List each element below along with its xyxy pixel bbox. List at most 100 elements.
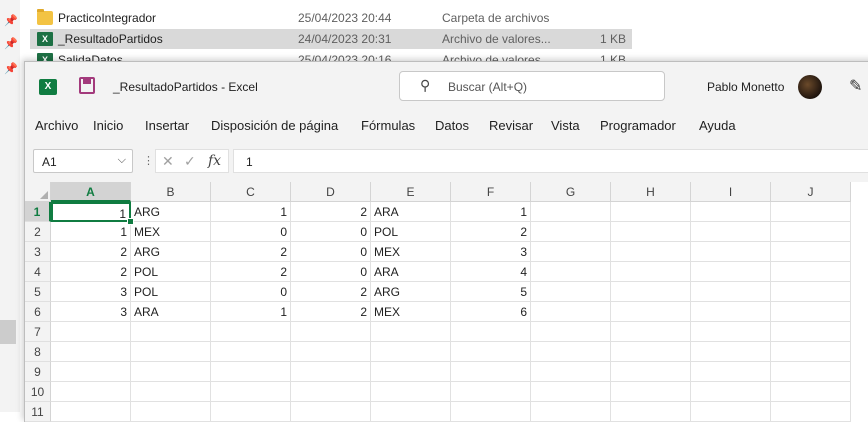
cell-a6[interactable]: 3 xyxy=(51,302,131,322)
cell-f2[interactable]: 2 xyxy=(451,222,531,242)
check-icon[interactable]: ✓ xyxy=(184,153,196,170)
cell-c1[interactable]: 1 xyxy=(211,202,291,222)
tab-fórmulas[interactable]: Fórmulas xyxy=(361,118,415,133)
row-header-2[interactable]: 2 xyxy=(25,222,51,242)
cell-d4[interactable]: 0 xyxy=(291,262,371,282)
cell-j9[interactable] xyxy=(771,362,851,382)
cell-h5[interactable] xyxy=(611,282,691,302)
cell-b6[interactable]: ARA xyxy=(131,302,211,322)
cell-b10[interactable] xyxy=(131,382,211,402)
cell-h1[interactable] xyxy=(611,202,691,222)
cell-f11[interactable] xyxy=(451,402,531,422)
row-header-3[interactable]: 3 xyxy=(25,242,51,262)
cell-d8[interactable] xyxy=(291,342,371,362)
cell-j5[interactable] xyxy=(771,282,851,302)
spreadsheet-grid[interactable]: A B C D E F G H I J 1 1 ARG 1 2 ARA 1 2 1 MEX 0 0 POL 2 3 2 ARG 2 0 M… xyxy=(25,182,868,422)
cell-d6[interactable]: 2 xyxy=(291,302,371,322)
cell-b5[interactable]: POL xyxy=(131,282,211,302)
cell-i1[interactable] xyxy=(691,202,771,222)
cell-g6[interactable] xyxy=(531,302,611,322)
cell-e1[interactable]: ARA xyxy=(371,202,451,222)
cell-d5[interactable]: 2 xyxy=(291,282,371,302)
cell-a4[interactable]: 2 xyxy=(51,262,131,282)
cell-a1[interactable]: 1 xyxy=(51,202,131,222)
cell-g1[interactable] xyxy=(531,202,611,222)
column-header-b[interactable]: B xyxy=(131,182,211,202)
cell-a8[interactable] xyxy=(51,342,131,362)
cell-e8[interactable] xyxy=(371,342,451,362)
tab-archivo[interactable]: Archivo xyxy=(35,118,78,133)
cell-f4[interactable]: 4 xyxy=(451,262,531,282)
cell-c9[interactable] xyxy=(211,362,291,382)
tab-programador[interactable]: Programador xyxy=(600,118,676,133)
cell-c11[interactable] xyxy=(211,402,291,422)
row-header-9[interactable]: 9 xyxy=(25,362,51,382)
cell-g11[interactable] xyxy=(531,402,611,422)
cell-i11[interactable] xyxy=(691,402,771,422)
row-header-10[interactable]: 10 xyxy=(25,382,51,402)
insert-function-icon[interactable]: fx xyxy=(208,153,221,169)
cell-i10[interactable] xyxy=(691,382,771,402)
cell-f1[interactable]: 1 xyxy=(451,202,531,222)
cell-e5[interactable]: ARG xyxy=(371,282,451,302)
column-header-c[interactable]: C xyxy=(211,182,291,202)
excel-app-icon[interactable]: X xyxy=(39,79,57,95)
cell-a2[interactable]: 1 xyxy=(51,222,131,242)
more-options-icon[interactable]: ⋮ xyxy=(143,154,154,167)
cell-c3[interactable]: 2 xyxy=(211,242,291,262)
cell-d1[interactable]: 2 xyxy=(291,202,371,222)
select-all-corner[interactable] xyxy=(25,182,51,202)
cell-h4[interactable] xyxy=(611,262,691,282)
cell-b1[interactable]: ARG xyxy=(131,202,211,222)
cell-i3[interactable] xyxy=(691,242,771,262)
cell-j3[interactable] xyxy=(771,242,851,262)
cell-e3[interactable]: MEX xyxy=(371,242,451,262)
row-header-7[interactable]: 7 xyxy=(25,322,51,342)
cell-j11[interactable] xyxy=(771,402,851,422)
cell-e4[interactable]: ARA xyxy=(371,262,451,282)
save-icon[interactable] xyxy=(79,77,95,94)
cell-d9[interactable] xyxy=(291,362,371,382)
cell-g7[interactable] xyxy=(531,322,611,342)
column-header-d[interactable]: D xyxy=(291,182,371,202)
cell-a5[interactable]: 3 xyxy=(51,282,131,302)
pin-icon[interactable]: 📌 xyxy=(4,63,18,75)
cell-c10[interactable] xyxy=(211,382,291,402)
cell-c4[interactable]: 2 xyxy=(211,262,291,282)
cell-h2[interactable] xyxy=(611,222,691,242)
tab-datos[interactable]: Datos xyxy=(435,118,469,133)
cell-g2[interactable] xyxy=(531,222,611,242)
cell-a9[interactable] xyxy=(51,362,131,382)
cell-c6[interactable]: 1 xyxy=(211,302,291,322)
cell-j2[interactable] xyxy=(771,222,851,242)
cell-h11[interactable] xyxy=(611,402,691,422)
cell-b8[interactable] xyxy=(131,342,211,362)
cell-f9[interactable] xyxy=(451,362,531,382)
cell-b4[interactable]: POL xyxy=(131,262,211,282)
cell-h10[interactable] xyxy=(611,382,691,402)
cell-a3[interactable]: 2 xyxy=(51,242,131,262)
cell-h3[interactable] xyxy=(611,242,691,262)
tab-revisar[interactable]: Revisar xyxy=(489,118,533,133)
row-header-8[interactable]: 8 xyxy=(25,342,51,362)
cell-h6[interactable] xyxy=(611,302,691,322)
cell-g10[interactable] xyxy=(531,382,611,402)
row-header-4[interactable]: 4 xyxy=(25,262,51,282)
cell-g4[interactable] xyxy=(531,262,611,282)
cell-j10[interactable] xyxy=(771,382,851,402)
file-list-row[interactable]: PracticoIntegrador 25/04/2023 20:44 Carpet… xyxy=(30,8,632,28)
cell-c2[interactable]: 0 xyxy=(211,222,291,242)
cell-c8[interactable] xyxy=(211,342,291,362)
cell-e10[interactable] xyxy=(371,382,451,402)
column-header-e[interactable]: E xyxy=(371,182,451,202)
search-box[interactable]: ⚲ Buscar (Alt+Q) xyxy=(399,71,665,101)
fill-handle[interactable] xyxy=(127,218,134,225)
row-header-11[interactable]: 11 xyxy=(25,402,51,422)
chevron-down-icon[interactable]: ⌵ xyxy=(118,154,126,167)
cell-b3[interactable]: ARG xyxy=(131,242,211,262)
cell-d10[interactable] xyxy=(291,382,371,402)
cell-b11[interactable] xyxy=(131,402,211,422)
cell-f7[interactable] xyxy=(451,322,531,342)
cell-j8[interactable] xyxy=(771,342,851,362)
cell-b2[interactable]: MEX xyxy=(131,222,211,242)
